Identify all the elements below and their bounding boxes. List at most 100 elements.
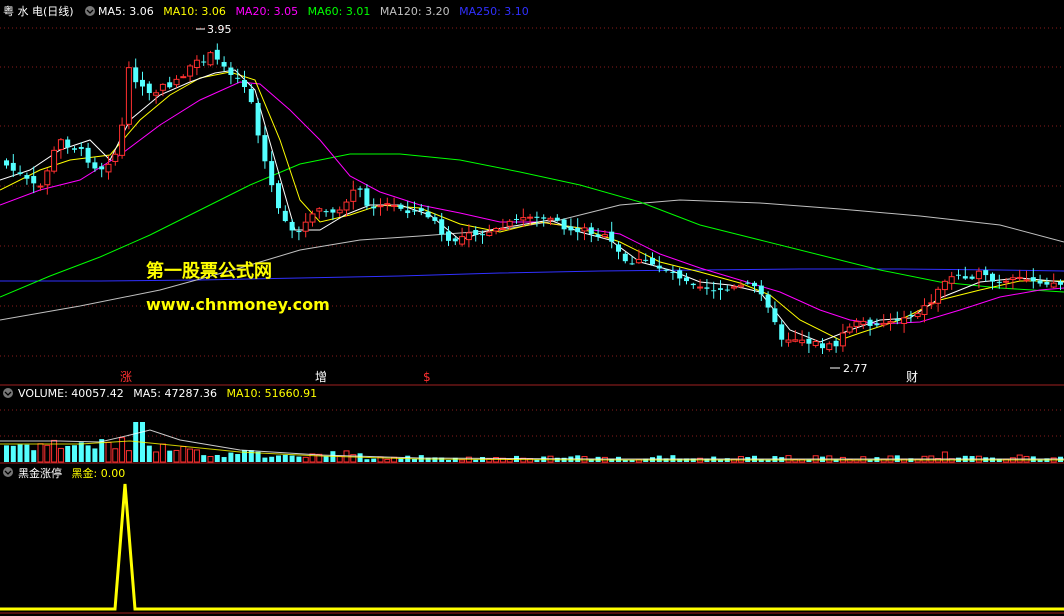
chart-canvas: 3.95 2.77 第一股票公式网 www.chnmoney.com 涨 增 $… bbox=[0, 4, 1064, 614]
candle-body bbox=[1030, 277, 1036, 282]
candle-body bbox=[384, 203, 391, 206]
candle-body bbox=[601, 234, 608, 238]
volume-bar bbox=[323, 456, 329, 462]
ma20-line bbox=[0, 81, 1064, 325]
candle-body bbox=[302, 221, 309, 232]
volume-bar bbox=[10, 445, 16, 462]
candle-body bbox=[575, 227, 581, 233]
volume-bar bbox=[193, 449, 200, 463]
volume-bar bbox=[446, 459, 451, 462]
candle-body bbox=[724, 289, 730, 291]
ma20-value: MA20: 3.05 bbox=[235, 5, 298, 18]
candle-body bbox=[697, 286, 704, 289]
candle-body bbox=[405, 210, 411, 214]
candle-body bbox=[309, 213, 316, 223]
candle-body bbox=[846, 326, 853, 333]
volume-settings-icon[interactable] bbox=[3, 388, 13, 398]
volume-bar bbox=[364, 459, 370, 462]
volume-bar bbox=[180, 446, 187, 463]
volume-bar bbox=[302, 456, 309, 463]
candle-body bbox=[92, 162, 98, 169]
event-marker-zhang: 涨 bbox=[120, 369, 132, 384]
candle-body bbox=[330, 209, 336, 213]
stock-name: 粤 水 电(日线) bbox=[3, 4, 74, 18]
candle-body bbox=[894, 319, 900, 321]
candle-body bbox=[17, 172, 23, 175]
candle-body bbox=[99, 166, 105, 170]
candle-body bbox=[493, 227, 500, 232]
candle-body bbox=[480, 234, 485, 236]
indicator-value: 黑金: 0.00 bbox=[72, 466, 126, 480]
candle-body bbox=[506, 220, 513, 227]
candle-body bbox=[207, 52, 214, 66]
candle-body bbox=[874, 323, 880, 326]
candle-body bbox=[1023, 279, 1030, 282]
indicator-settings-icon[interactable] bbox=[3, 467, 13, 477]
candle-body bbox=[737, 284, 744, 288]
candle-body bbox=[1037, 280, 1043, 284]
candle-body bbox=[731, 286, 738, 289]
candle-body bbox=[765, 294, 771, 308]
volume-bar bbox=[146, 445, 152, 462]
volume-bar bbox=[85, 445, 91, 462]
candle-body bbox=[839, 332, 846, 347]
watermark-title: 第一股票公式网 bbox=[146, 260, 272, 282]
candle-body bbox=[439, 219, 445, 235]
candle-body bbox=[24, 175, 30, 179]
candle-body bbox=[650, 257, 655, 265]
candle-body bbox=[547, 217, 554, 221]
candle-body bbox=[167, 82, 173, 88]
candle-body bbox=[459, 236, 466, 245]
low-annotation: 2.77 bbox=[830, 362, 868, 375]
candle-body bbox=[595, 234, 601, 237]
candle-body bbox=[629, 263, 635, 265]
candle-body bbox=[867, 319, 873, 326]
volume-bars bbox=[4, 422, 1063, 463]
volume-bar bbox=[65, 445, 71, 462]
event-marker-cai: 财 bbox=[906, 370, 918, 384]
candle-body bbox=[799, 339, 806, 344]
ma-legend: MA5: 3.06 MA10: 3.06 MA20: 3.05 MA60: 3.… bbox=[98, 5, 529, 18]
candle-body bbox=[235, 77, 241, 79]
candle-body bbox=[514, 218, 519, 220]
ma-settings-icon[interactable] bbox=[85, 6, 95, 16]
candle-body bbox=[37, 185, 44, 188]
candle-body bbox=[255, 102, 261, 136]
watermark-url: www.chnmoney.com bbox=[146, 295, 330, 314]
candle-body bbox=[880, 322, 887, 326]
volume-bar bbox=[24, 444, 30, 462]
candle-body bbox=[418, 208, 424, 211]
candle-body bbox=[677, 270, 683, 279]
candle-body bbox=[568, 226, 574, 231]
candle-body bbox=[962, 276, 968, 279]
candle-body bbox=[588, 227, 594, 235]
candle-body bbox=[826, 343, 833, 351]
candle-body bbox=[887, 321, 894, 324]
indicator-panel-header: 黑金涨停 黑金: 0.00 bbox=[3, 466, 125, 480]
volume-bar bbox=[207, 456, 214, 463]
candle-body bbox=[1003, 280, 1010, 283]
volume-grid bbox=[0, 409, 1064, 437]
high-annotation: 3.95 bbox=[196, 23, 232, 36]
candle-body bbox=[10, 162, 16, 171]
candle-body bbox=[296, 231, 302, 233]
volume-bar bbox=[153, 451, 160, 463]
volume-ma-line bbox=[0, 429, 1064, 460]
candle-body bbox=[643, 259, 649, 261]
ma120-value: MA120: 3.20 bbox=[380, 5, 450, 18]
volume-bar bbox=[228, 452, 234, 462]
candle-body bbox=[187, 65, 194, 77]
candle-body bbox=[1016, 276, 1023, 279]
candle-body bbox=[262, 135, 268, 162]
ma250-value: MA250: 3.10 bbox=[459, 5, 529, 18]
candle-body bbox=[663, 269, 669, 271]
candle-body bbox=[173, 78, 180, 86]
volume-bar bbox=[221, 457, 227, 462]
event-markers: 涨 增 $ 财 bbox=[120, 369, 918, 384]
candle-body bbox=[323, 211, 329, 213]
candle-body bbox=[684, 277, 689, 282]
volume-bar bbox=[201, 455, 207, 462]
volume-panel-header: VOLUME: 40057.42 MA5: 47287.36 MA10: 516… bbox=[3, 387, 317, 400]
volume-bar bbox=[459, 459, 466, 463]
candle-body bbox=[276, 183, 281, 209]
